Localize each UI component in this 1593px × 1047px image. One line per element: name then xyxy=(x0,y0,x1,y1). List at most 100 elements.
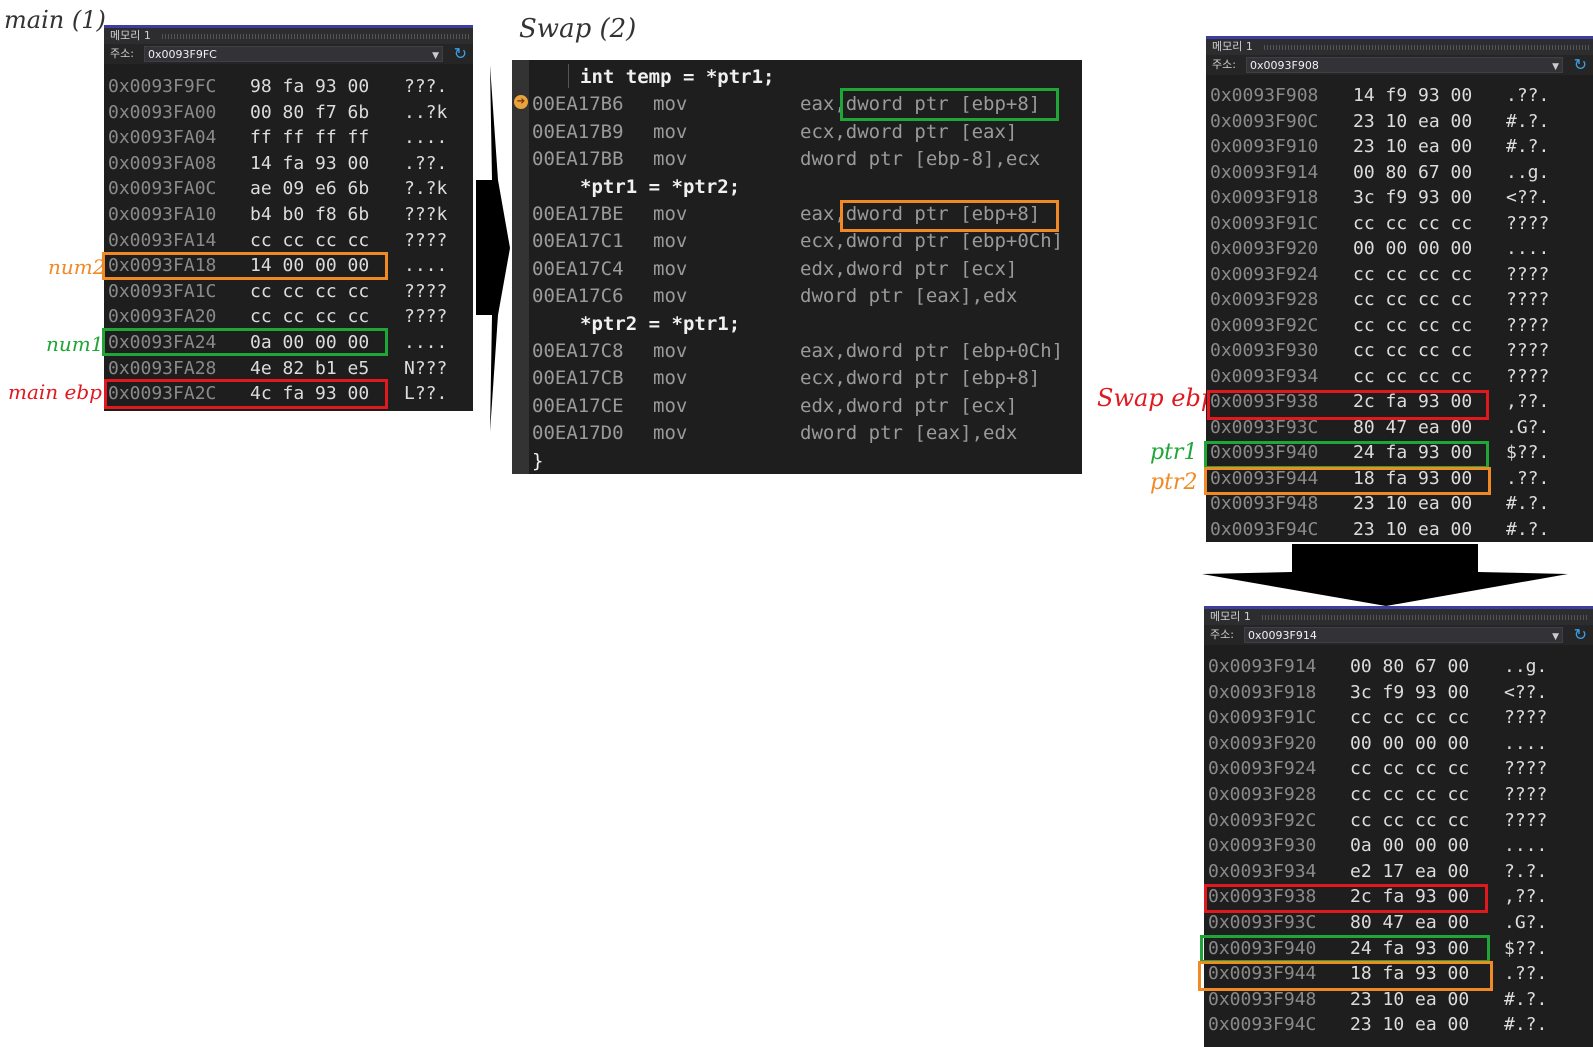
row-ascii: #.?. xyxy=(1504,1014,1548,1036)
row-bytes: 00 00 00 00 xyxy=(1350,732,1470,754)
row-bytes: 0a 00 00 00 xyxy=(1350,835,1470,857)
row-bytes: 4e 82 b1 e5 xyxy=(250,357,370,379)
refresh-icon[interactable]: ↻ xyxy=(1574,625,1587,645)
row-bytes: cc cc cc cc xyxy=(1350,758,1470,780)
asm-line: 00EA17C8 mov eax,dword ptr [ebp+0Ch] xyxy=(512,338,1082,365)
row-bytes: 00 80 67 00 xyxy=(1350,656,1470,677)
row-address: 0x0093F924 xyxy=(1210,263,1319,285)
row-bytes: e2 17 ea 00 xyxy=(1350,860,1470,882)
chevron-down-icon[interactable]: ▼ xyxy=(432,46,439,66)
row-address: 0x0093F928 xyxy=(1210,289,1319,310)
row-address: 0x0093F908 xyxy=(1210,85,1319,106)
memory-row: 0x0093F934 e2 17 ea 00?.?. xyxy=(1204,859,1593,884)
ebp-plus-8-highlight-box-2 xyxy=(840,200,1059,232)
asm-address: 00EA17B6 xyxy=(532,93,624,116)
row-address: 0x0093FA20 xyxy=(108,306,217,328)
row-bytes: 14 fa 93 00 xyxy=(250,152,370,174)
row-bytes: 3c f9 93 00 xyxy=(1353,187,1473,208)
row-address: 0x0093F918 xyxy=(1208,681,1317,703)
memory-row: 0x0093F934 cc cc cc cc???? xyxy=(1206,364,1593,389)
row-ascii: .... xyxy=(1504,835,1548,857)
row-address: 0x0093FA1C xyxy=(108,280,217,302)
address-input[interactable]: 0x0093F908 xyxy=(1246,57,1563,73)
row-ascii: .??. xyxy=(1504,963,1548,985)
asm-address: 00EA17CE xyxy=(532,394,624,417)
ptr2-highlight-box xyxy=(1204,467,1491,495)
row-address: 0x0093F90C xyxy=(1210,110,1319,132)
row-ascii: ???? xyxy=(1504,707,1548,729)
address-bar: 주소: 0x0093F908 ▼ ↻ xyxy=(1206,55,1593,75)
asm-address: 00EA17CB xyxy=(532,367,624,390)
row-bytes: 00 00 00 00 xyxy=(1353,238,1473,259)
row-ascii: .... xyxy=(404,127,448,149)
row-address: 0x0093F92C xyxy=(1208,809,1317,831)
memory-window-title-text: 메모리 1 xyxy=(1212,40,1253,53)
row-bytes: 3c f9 93 00 xyxy=(1350,681,1470,703)
asm-opcode: mov xyxy=(653,120,688,143)
chevron-down-icon[interactable]: ▼ xyxy=(1552,627,1559,647)
row-bytes: 23 10 ea 00 xyxy=(1350,1014,1470,1036)
row-address: 0x0093F920 xyxy=(1210,238,1319,259)
asm-line: 00EA17C1 mov ecx,dword ptr [ebp+0Ch] xyxy=(512,228,1082,255)
address-label: 주소: xyxy=(1212,58,1236,71)
disassembly-window: ➔ int temp = *ptr1; 00EA17B6 mov eax,dword … xyxy=(512,60,1082,474)
source-line: *ptr2 = *ptr1; xyxy=(512,311,1082,338)
memory-row: 0x0093F90C 23 10 ea 00 #.?. xyxy=(1206,109,1593,134)
row-ascii: ,??. xyxy=(1506,391,1550,412)
asm-opcode: mov xyxy=(653,257,688,280)
memory-row: 0x0093FA08 14 fa 93 00.??. xyxy=(104,151,473,176)
memory-window-title: 메모리 1 xyxy=(104,25,473,44)
address-label: 주소: xyxy=(1210,628,1234,641)
row-bytes: cc cc cc cc xyxy=(1353,340,1473,361)
main-ebp-highlight-box xyxy=(104,379,388,409)
brace-text: } xyxy=(532,449,544,472)
refresh-icon[interactable]: ↻ xyxy=(454,44,467,64)
row-bytes: 14 f9 93 00 xyxy=(1353,85,1473,106)
row-address: 0x0093FA28 xyxy=(108,357,217,379)
row-ascii: #.?. xyxy=(1504,988,1548,1010)
address-bar: 주소: 0x0093F914 ▼ ↻ xyxy=(1204,625,1593,645)
address-input[interactable]: 0x0093F9FC xyxy=(144,46,443,62)
memory-row: 0x0093F930 0a 00 00 00.... xyxy=(1204,833,1593,858)
asm-line: 00EA17D0 mov dword ptr [eax],edx xyxy=(512,420,1082,447)
row-ascii: ???? xyxy=(1504,758,1548,780)
ptr2-annotation: ptr2 xyxy=(1150,470,1198,495)
row-bytes: cc cc cc cc xyxy=(1353,263,1473,285)
memory-row: 0x0093FA04 ff ff ff ff.... xyxy=(104,125,473,150)
row-address: 0x0093F94C xyxy=(1208,1014,1317,1036)
row-ascii: ???? xyxy=(1506,212,1550,234)
row-address: 0x0093F920 xyxy=(1208,732,1317,754)
closing-brace: } xyxy=(512,448,1082,474)
row-address: 0x0093FA14 xyxy=(108,229,217,251)
address-input[interactable]: 0x0093F914 xyxy=(1244,627,1563,643)
memory-row: 0x0093F918 3c f9 93 00 <??. xyxy=(1206,185,1593,210)
memory-row: 0x0093F924 cc cc cc cc???? xyxy=(1204,756,1593,781)
asm-address: 00EA17C1 xyxy=(532,230,624,253)
row-bytes: 80 47 ea 00 xyxy=(1350,912,1470,933)
row-ascii: .??. xyxy=(404,152,448,174)
row-address: 0x0093FA08 xyxy=(108,152,217,174)
memory-row: 0x0093F91C cc cc cc cc???? xyxy=(1206,211,1593,236)
row-ascii: ..g. xyxy=(1506,161,1550,183)
asm-opcode: mov xyxy=(653,93,688,116)
refresh-icon[interactable]: ↻ xyxy=(1574,55,1587,75)
row-ascii: ???. xyxy=(404,76,448,97)
ptr1-highlight-box xyxy=(1204,441,1489,469)
row-bytes: ff ff ff ff xyxy=(250,127,370,149)
memory-window-title: 메모리 1 xyxy=(1204,606,1593,625)
row-address: 0x0093F918 xyxy=(1210,187,1319,208)
chevron-down-icon[interactable]: ▼ xyxy=(1552,57,1559,77)
row-address: 0x0093F914 xyxy=(1208,656,1317,677)
row-bytes: 23 10 ea 00 xyxy=(1353,110,1473,132)
row-ascii: #.?. xyxy=(1506,110,1550,132)
row-bytes: 23 10 ea 00 xyxy=(1353,136,1473,157)
main-ebp-annotation: main ebp xyxy=(8,380,102,404)
row-address: 0x0093F934 xyxy=(1210,365,1319,387)
ptr1-highlight-box-after xyxy=(1200,935,1490,963)
row-address: 0x0093F934 xyxy=(1208,860,1317,882)
down-arrow-icon xyxy=(1202,544,1568,606)
row-bytes: b4 b0 f8 6b xyxy=(250,204,370,225)
row-ascii: #.?. xyxy=(1506,493,1550,514)
row-address: 0x0093FA10 xyxy=(108,204,217,225)
asm-line: 00EA17CB mov ecx,dword ptr [ebp+8] xyxy=(512,365,1082,392)
